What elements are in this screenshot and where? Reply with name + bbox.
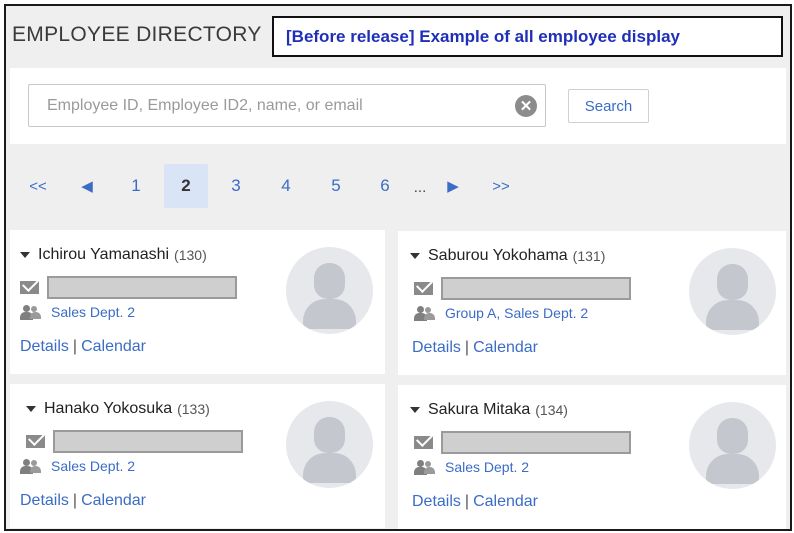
mail-icon — [414, 436, 433, 449]
calendar-link[interactable]: Calendar — [81, 338, 146, 355]
card-links: Details | Calendar — [20, 492, 146, 510]
group-icon — [414, 305, 435, 321]
pagination-ellipsis: ... — [413, 179, 427, 196]
department-link[interactable]: Group A, Sales Dept. 2 — [445, 305, 588, 321]
search-area: ✕ Search — [10, 68, 786, 144]
link-separator: | — [72, 492, 78, 509]
avatar — [286, 401, 373, 488]
mail-icon — [26, 435, 45, 448]
group-icon — [20, 304, 41, 320]
employee-id: (130) — [174, 247, 207, 263]
link-separator: | — [464, 493, 470, 510]
employee-name-row[interactable]: Sakura Mitaka (134) — [410, 401, 568, 419]
page-link-4[interactable]: 4 — [264, 164, 308, 208]
department-row: Sales Dept. 2 — [20, 458, 135, 474]
avatar — [689, 402, 776, 489]
clear-icon[interactable]: ✕ — [515, 95, 537, 117]
employee-name-row[interactable]: Hanako Yokosuka (133) — [26, 400, 210, 418]
employee-card: Sakura Mitaka (134) Sales Dept. 2 Detail… — [398, 385, 786, 529]
link-separator: | — [72, 338, 78, 355]
details-link[interactable]: Details — [20, 338, 69, 355]
search-box: ✕ — [28, 84, 546, 127]
details-link[interactable]: Details — [412, 339, 461, 356]
department-row: Sales Dept. 2 — [414, 459, 529, 475]
first-page-link[interactable]: << — [16, 164, 60, 208]
employee-name: Sakura Mitaka — [428, 401, 531, 418]
caret-down-icon[interactable] — [26, 406, 36, 412]
search-button[interactable]: Search — [568, 89, 649, 123]
caret-down-icon[interactable] — [20, 252, 30, 258]
employee-name-row[interactable]: Saburou Yokohama (131) — [410, 247, 605, 265]
page-link-3[interactable]: 3 — [214, 164, 258, 208]
app-frame: EMPLOYEE DIRECTORY [Before release] Exam… — [4, 4, 792, 531]
caret-down-icon[interactable] — [410, 253, 420, 259]
employee-id: (133) — [177, 401, 210, 417]
calendar-link[interactable]: Calendar — [81, 492, 146, 509]
next-page-link[interactable]: ▶ — [431, 164, 475, 208]
employee-name-row[interactable]: Ichirou Yamanashi (130) — [20, 246, 207, 264]
page-link-5[interactable]: 5 — [314, 164, 358, 208]
employee-name: Ichirou Yamanashi — [38, 246, 170, 263]
department-link[interactable]: Sales Dept. 2 — [51, 458, 135, 474]
group-icon — [20, 458, 41, 474]
details-link[interactable]: Details — [20, 492, 69, 509]
last-page-link[interactable]: >> — [479, 164, 523, 208]
prev-page-link[interactable]: ◀ — [65, 164, 109, 208]
email-redacted — [47, 276, 237, 299]
email-redacted — [441, 277, 631, 300]
email-row — [20, 276, 237, 299]
page-link-6[interactable]: 6 — [363, 164, 407, 208]
calendar-link[interactable]: Calendar — [473, 493, 538, 510]
caret-down-icon[interactable] — [410, 407, 420, 413]
mail-icon — [414, 282, 433, 295]
employee-name: Hanako Yokosuka — [44, 400, 173, 417]
calendar-link[interactable]: Calendar — [473, 339, 538, 356]
group-icon — [414, 459, 435, 475]
employee-id: (134) — [535, 402, 568, 418]
release-banner: [Before release] Example of all employee… — [272, 16, 783, 57]
pagination: << ◀ 1 2 3 4 5 6 ... ▶ >> — [10, 160, 786, 210]
card-links: Details | Calendar — [20, 338, 146, 356]
card-links: Details | Calendar — [412, 493, 538, 511]
email-redacted — [53, 430, 243, 453]
page-link-1[interactable]: 1 — [114, 164, 158, 208]
employee-card: Hanako Yokosuka (133) Sales Dept. 2 Deta… — [10, 384, 385, 528]
department-link[interactable]: Sales Dept. 2 — [51, 304, 135, 320]
avatar — [286, 247, 373, 334]
details-link[interactable]: Details — [412, 493, 461, 510]
email-row — [414, 277, 631, 300]
card-links: Details | Calendar — [412, 339, 538, 357]
search-input[interactable] — [29, 85, 509, 126]
link-separator: | — [464, 339, 470, 356]
department-row: Sales Dept. 2 — [20, 304, 135, 320]
mail-icon — [20, 281, 39, 294]
email-row — [414, 431, 631, 454]
department-row: Group A, Sales Dept. 2 — [414, 305, 588, 321]
email-redacted — [441, 431, 631, 454]
employee-id: (131) — [572, 248, 606, 264]
avatar — [689, 248, 776, 335]
header: EMPLOYEE DIRECTORY [Before release] Exam… — [6, 6, 790, 68]
employee-name: Saburou Yokohama — [428, 247, 568, 264]
department-link[interactable]: Sales Dept. 2 — [445, 459, 529, 475]
page-link-2-current[interactable]: 2 — [164, 164, 208, 208]
employee-card: Saburou Yokohama (131) Group A, Sales De… — [398, 231, 786, 375]
employee-card: Ichirou Yamanashi (130) Sales Dept. 2 De… — [10, 230, 385, 374]
page-title: EMPLOYEE DIRECTORY — [12, 23, 262, 46]
email-row — [26, 430, 243, 453]
